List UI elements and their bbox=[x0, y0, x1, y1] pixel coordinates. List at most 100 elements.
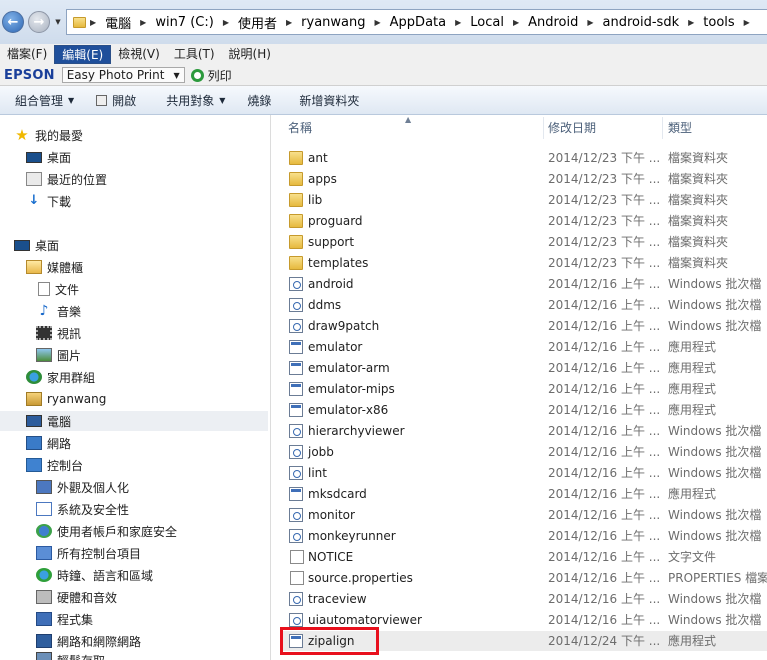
nav-label: 音樂 bbox=[57, 304, 82, 319]
chevron-right-icon[interactable]: ▶ bbox=[375, 18, 381, 27]
nav-pictures[interactable]: 圖片 bbox=[36, 345, 81, 365]
nav-control-panel[interactable]: 控制台 bbox=[26, 455, 83, 475]
chevron-right-icon[interactable]: ▶ bbox=[744, 18, 750, 27]
file-row[interactable]: templates 2014/12/23 下午 ... 檔案資料夾 bbox=[280, 253, 767, 273]
menu-tools[interactable]: 工具(T) bbox=[167, 45, 222, 64]
file-row[interactable]: source.properties 2014/12/16 上午 ... PROPER… bbox=[280, 568, 767, 588]
nav-desktop[interactable]: 桌面 bbox=[14, 235, 59, 255]
chevron-right-icon[interactable]: ▶ bbox=[140, 18, 146, 27]
organize-label: 組合管理 bbox=[15, 93, 64, 108]
nav-cp-appearance[interactable]: 外觀及個人化 bbox=[36, 477, 129, 497]
file-row[interactable]: emulator-mips 2014/12/16 上午 ... 應用程式 bbox=[280, 379, 767, 399]
forward-button[interactable]: → bbox=[28, 11, 50, 33]
file-row[interactable]: NOTICE 2014/12/16 上午 ... 文字文件 bbox=[280, 547, 767, 567]
new-folder-button[interactable]: 新增資料夾 bbox=[299, 92, 359, 109]
nav-label: 外觀及個人化 bbox=[57, 480, 130, 495]
nav-label: 網路和網際網路 bbox=[57, 634, 142, 649]
recent-pages-button[interactable]: ▼ bbox=[53, 16, 63, 28]
open-button[interactable]: 開啟 bbox=[96, 92, 136, 109]
breadcrumb-item[interactable]: tools ▶ bbox=[703, 15, 759, 30]
breadcrumb-item[interactable]: Android ▶ bbox=[528, 15, 602, 30]
file-date: 2014/12/16 上午 ... bbox=[548, 613, 661, 627]
nav-fav-recent[interactable]: 最近的位置 bbox=[26, 169, 107, 189]
file-type: 文字文件 bbox=[668, 550, 717, 564]
column-type[interactable]: 類型 bbox=[668, 115, 692, 140]
file-row[interactable]: monitor 2014/12/16 上午 ... Windows 批次檔 bbox=[280, 505, 767, 525]
nav-cp-partial[interactable]: 輕鬆存取 bbox=[36, 652, 105, 660]
chevron-right-icon[interactable]: ▶ bbox=[286, 18, 292, 27]
file-row[interactable]: lib 2014/12/23 下午 ... 檔案資料夾 bbox=[280, 190, 767, 210]
nav-user[interactable]: ryanwang bbox=[26, 389, 106, 409]
nav-network[interactable]: 網路 bbox=[26, 433, 71, 453]
nav-fav-desktop[interactable]: 桌面 bbox=[26, 147, 71, 167]
nav-cp-network[interactable]: 網路和網際網路 bbox=[36, 631, 141, 651]
breadcrumb[interactable]: ▶ 電腦 ▶ win7 (C:) ▶ 使用者 ▶ ryanwang ▶ AppData ▶ Local… bbox=[66, 9, 767, 35]
nav-cp-security[interactable]: 系統及安全性 bbox=[36, 499, 129, 519]
print-button[interactable]: 列印 bbox=[208, 67, 232, 84]
chevron-right-icon[interactable]: ▶ bbox=[223, 18, 229, 27]
chevron-right-icon[interactable]: ▶ bbox=[455, 18, 461, 27]
breadcrumb-item[interactable]: ryanwang ▶ bbox=[301, 15, 390, 30]
batch-file-icon bbox=[289, 277, 303, 291]
menu-view[interactable]: 檢視(V) bbox=[111, 45, 167, 64]
nav-cp-users[interactable]: 使用者帳戶和家庭安全 bbox=[36, 521, 177, 541]
file-row[interactable]: emulator-arm 2014/12/16 上午 ... 應用程式 bbox=[280, 358, 767, 378]
menu-edit[interactable]: 編輯(E) bbox=[54, 45, 112, 64]
nav-favorites[interactable]: ★ 我的最愛 bbox=[14, 125, 83, 145]
nav-homegroup[interactable]: 家用群組 bbox=[26, 367, 95, 387]
file-row[interactable]: traceview 2014/12/16 上午 ... Windows 批次檔 bbox=[280, 589, 767, 609]
breadcrumb-item[interactable]: android-sdk ▶ bbox=[603, 15, 704, 30]
back-button[interactable]: ← bbox=[2, 11, 24, 33]
file-date: 2014/12/23 下午 ... bbox=[548, 172, 661, 186]
nav-cp-all[interactable]: 所有控制台項目 bbox=[36, 543, 141, 563]
print-icon[interactable] bbox=[190, 68, 204, 82]
file-row[interactable]: emulator-x86 2014/12/16 上午 ... 應用程式 bbox=[280, 400, 767, 420]
burn-button[interactable]: 燒錄 bbox=[247, 92, 271, 109]
chevron-right-icon[interactable]: ▶ bbox=[587, 18, 593, 27]
nav-videos[interactable]: 視訊 bbox=[36, 323, 81, 343]
share-button[interactable]: 共用對象 ▼ bbox=[166, 92, 225, 109]
breadcrumb-item[interactable]: 電腦 ▶ bbox=[105, 13, 155, 32]
file-row[interactable]: jobb 2014/12/16 上午 ... Windows 批次檔 bbox=[280, 442, 767, 462]
menu-help[interactable]: 說明(H) bbox=[222, 45, 278, 64]
breadcrumb-item[interactable]: win7 (C:) ▶ bbox=[155, 15, 238, 30]
nav-computer[interactable]: 電腦 bbox=[0, 411, 268, 431]
nav-label: 下載 bbox=[47, 194, 72, 209]
file-row[interactable]: lint 2014/12/16 上午 ... Windows 批次檔 bbox=[280, 463, 767, 483]
breadcrumb-item[interactable]: 使用者 ▶ bbox=[238, 13, 301, 32]
desktop-icon bbox=[26, 152, 42, 163]
file-row[interactable]: ant 2014/12/23 下午 ... 檔案資料夾 bbox=[280, 148, 767, 168]
organize-button[interactable]: 組合管理 ▼ bbox=[15, 92, 74, 109]
file-row[interactable]: android 2014/12/16 上午 ... Windows 批次檔 bbox=[280, 274, 767, 294]
breadcrumb-item[interactable]: AppData ▶ bbox=[390, 15, 471, 30]
file-row[interactable]: emulator 2014/12/16 上午 ... 應用程式 bbox=[280, 337, 767, 357]
file-row[interactable]: monkeyrunner 2014/12/16 上午 ... Windows 批次檔 bbox=[280, 526, 767, 546]
file-row[interactable]: proguard 2014/12/23 下午 ... 檔案資料夾 bbox=[280, 211, 767, 231]
chevron-right-icon[interactable]: ▶ bbox=[688, 18, 694, 27]
file-row[interactable]: hierarchyviewer 2014/12/16 上午 ... Windows … bbox=[280, 421, 767, 441]
nav-documents[interactable]: 文件 bbox=[36, 279, 79, 299]
file-name: emulator-x86 bbox=[308, 403, 389, 417]
menu-file[interactable]: 檔案(F) bbox=[0, 45, 54, 64]
batch-file-icon bbox=[289, 592, 303, 606]
file-type: 應用程式 bbox=[668, 403, 717, 417]
file-row[interactable]: draw9patch 2014/12/16 上午 ... Windows 批次檔 bbox=[280, 316, 767, 336]
nav-cp-clock[interactable]: 時鐘、語言和區域 bbox=[36, 565, 153, 585]
file-row[interactable]: support 2014/12/23 下午 ... 檔案資料夾 bbox=[280, 232, 767, 252]
breadcrumb-label: Android bbox=[528, 14, 579, 30]
breadcrumb-item[interactable]: Local ▶ bbox=[470, 15, 528, 30]
column-divider[interactable] bbox=[543, 117, 544, 139]
nav-cp-programs[interactable]: 程式集 bbox=[36, 609, 93, 629]
file-row[interactable]: ddms 2014/12/16 上午 ... Windows 批次檔 bbox=[280, 295, 767, 315]
file-row[interactable]: mksdcard 2014/12/16 上午 ... 應用程式 bbox=[280, 484, 767, 504]
file-row[interactable]: apps 2014/12/23 下午 ... 檔案資料夾 bbox=[280, 169, 767, 189]
epson-app-dropdown[interactable]: Easy Photo Print ▼ bbox=[61, 67, 185, 83]
column-modified[interactable]: 修改日期 bbox=[548, 115, 596, 140]
column-divider[interactable] bbox=[662, 117, 663, 139]
column-name[interactable]: 名稱 bbox=[288, 115, 312, 140]
nav-cp-hardware[interactable]: 硬體和音效 bbox=[36, 587, 117, 607]
nav-libraries[interactable]: 媒體櫃 bbox=[26, 257, 83, 277]
nav-fav-downloads[interactable]: ↓ 下載 bbox=[26, 191, 71, 211]
chevron-right-icon[interactable]: ▶ bbox=[513, 18, 519, 27]
nav-music[interactable]: ♪ 音樂 bbox=[36, 301, 81, 321]
